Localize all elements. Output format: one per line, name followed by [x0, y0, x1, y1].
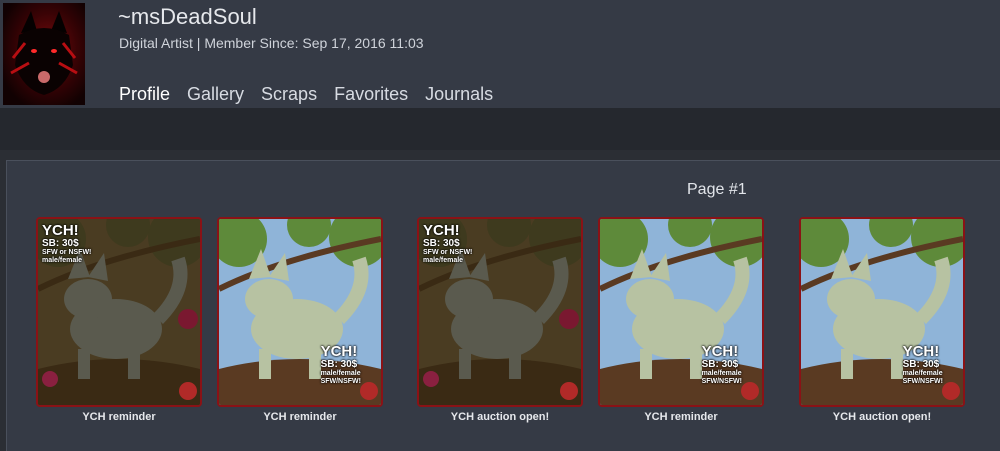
ych-badge: YCH! SB: 30$ male/female SFW/NSFW! — [702, 344, 742, 385]
gallery-thumbnail[interactable]: YCH! SB: 30$ male/female SFW/NSFW! — [217, 217, 383, 407]
badge-title: YCH! — [701, 343, 739, 361]
gallery-thumbnail[interactable]: YCH! SB: 30$ male/female SFW/NSFW! — [598, 217, 764, 407]
thumbnail-caption[interactable]: YCH reminder — [587, 411, 775, 423]
thumbnail-caption[interactable]: YCH auction open! — [788, 411, 976, 423]
gallery-thumbnail[interactable]: YCH! SB: 30$ male/female SFW/NSFW! — [799, 217, 965, 407]
tab-profile[interactable]: Profile — [119, 84, 170, 105]
badge-title: YCH! — [42, 222, 79, 239]
badge-title: YCH! — [423, 222, 460, 239]
tab-journals[interactable]: Journals — [425, 84, 493, 105]
badge-line: SFW/NSFW! — [701, 377, 742, 385]
wolf-avatar-image — [10, 11, 78, 95]
profile-nav: Profile Gallery Scraps Favorites Journal… — [119, 84, 510, 105]
badge-line: male/female — [423, 256, 464, 264]
header-divider-band — [0, 108, 1000, 150]
badge-price: SB: 30$ — [902, 358, 940, 370]
ych-badge: YCH! SB: 30$ male/female SFW/NSFW! — [903, 344, 943, 385]
ych-badge: YCH! SB: 30$ male/female SFW/NSFW! — [321, 344, 361, 385]
thumbnail-caption[interactable]: YCH reminder — [25, 411, 213, 423]
thumbnail-caption[interactable]: YCH reminder — [206, 411, 394, 423]
badge-line: male/female — [701, 370, 742, 378]
page-label: Page #1 — [687, 181, 747, 198]
thumbnail-caption[interactable]: YCH auction open! — [406, 411, 594, 423]
username: ~msDeadSoul — [118, 4, 257, 29]
badge-line: male/female — [902, 370, 943, 378]
badge-line: SFW/NSFW! — [902, 377, 943, 385]
avatar[interactable] — [3, 3, 85, 105]
badge-price: SB: 30$ — [701, 358, 739, 370]
tab-favorites[interactable]: Favorites — [334, 84, 408, 105]
badge-title: YCH! — [320, 343, 358, 361]
tab-gallery[interactable]: Gallery — [187, 84, 244, 105]
ych-badge: YCH! SB: 30$ SFW or NSFW! male/female — [42, 223, 91, 264]
gallery-thumbnail[interactable]: YCH! SB: 30$ SFW or NSFW! male/female — [417, 217, 583, 407]
badge-line: male/female — [42, 256, 83, 264]
badge-price: SB: 30$ — [42, 237, 79, 249]
badge-line: SFW or NSFW! — [423, 249, 473, 257]
profile-meta: Digital Artist | Member Since: Sep 17, 2… — [119, 35, 424, 51]
gallery-thumbnail[interactable]: YCH! SB: 30$ SFW or NSFW! male/female — [36, 217, 202, 407]
badge-price: SB: 30$ — [320, 358, 358, 370]
profile-header: ~msDeadSoul Digital Artist | Member Sinc… — [0, 0, 1000, 108]
badge-title: YCH! — [902, 343, 940, 361]
badge-price: SB: 30$ — [423, 237, 460, 249]
tab-scraps[interactable]: Scraps — [261, 84, 317, 105]
gallery-panel: Page #1 YCH! SB: 30$ SFW or NSFW! male/fema… — [6, 160, 1000, 451]
badge-line: SFW or NSFW! — [42, 249, 92, 257]
badge-line: male/female — [320, 370, 361, 378]
badge-line: SFW/NSFW! — [320, 377, 361, 385]
ych-badge: YCH! SB: 30$ SFW or NSFW! male/female — [423, 223, 472, 264]
